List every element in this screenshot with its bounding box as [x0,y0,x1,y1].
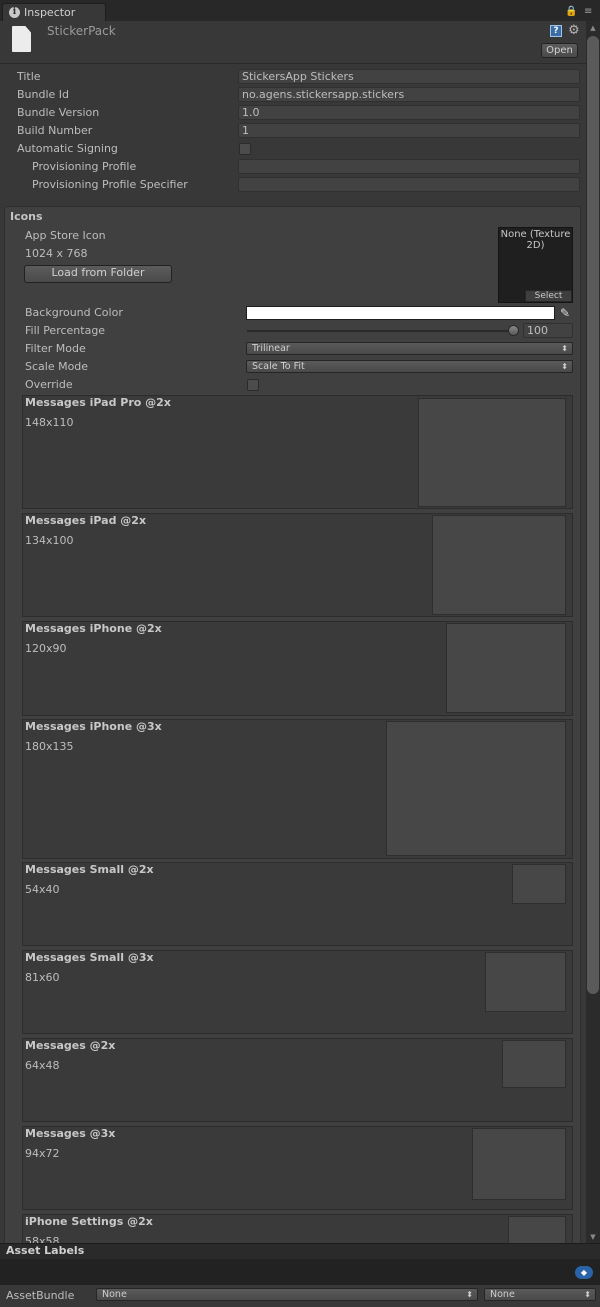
asset-labels-header[interactable] [0,1243,600,1259]
icon-image-slot[interactable] [502,1040,566,1088]
asset-bundle-dropdown[interactable]: None ⬍ [96,1288,478,1301]
fill-percentage-label: Fill Percentage [25,324,106,337]
automatic-signing-label: Automatic Signing [17,142,118,155]
open-button[interactable]: Open [541,43,578,58]
provisioning-profile-specifier-label: Provisioning Profile Specifier [32,178,188,191]
icon-box-size: 54x40 [25,883,60,896]
asset-name: StickerPack [47,24,116,38]
texture-value: None (Texture 2D) [500,229,571,251]
icon-box-size: 64x48 [25,1059,60,1072]
bundle-version-field[interactable]: 1.0 [238,105,580,120]
build-number-label: Build Number [17,124,93,137]
automatic-signing-checkbox[interactable] [239,143,251,155]
icon-box-title: Messages Small @2x [25,863,154,876]
background-color-field[interactable] [246,306,555,320]
asset-labels-title: Asset Labels [6,1244,85,1257]
chevron-updown-icon: ⬍ [561,344,568,353]
info-icon: i [9,6,20,18]
tab-inspector[interactable]: i Inspector [2,3,106,21]
asset-variant-value: None [490,1289,515,1300]
filter-mode-label: Filter Mode [25,342,86,355]
icon-box-title: Messages iPad @2x [25,514,147,527]
bundle-id-label: Bundle Id [17,88,70,101]
icon-box-title: Messages iPhone @3x [25,720,162,733]
provisioning-profile-specifier-field[interactable] [238,177,580,192]
tab-title: Inspector [24,6,76,19]
icon-box-title: Messages iPad Pro @2x [25,396,171,409]
eyedropper-icon[interactable]: ✎ [557,305,573,321]
tag-icon[interactable]: ◆ [575,1266,593,1279]
icon-box-size: 134x100 [25,534,74,547]
build-number-field[interactable]: 1 [238,123,580,138]
asset-variant-dropdown[interactable]: None ⬍ [484,1288,596,1301]
icon-box-title: Messages iPhone @2x [25,622,162,635]
app-store-icon-label: App Store Icon [25,229,106,242]
menu-icon[interactable]: ≡ [584,6,592,17]
icon-box-size: 120x90 [25,642,67,655]
lock-icon[interactable]: 🔒 [565,6,577,17]
fill-percentage-slider-thumb[interactable] [508,325,519,336]
provisioning-profile-field[interactable] [238,159,580,174]
filter-mode-dropdown[interactable]: Trilinear ⬍ [246,342,573,355]
icon-box-size: 148x110 [25,416,74,429]
scale-mode-dropdown[interactable]: Scale To Fit ⬍ [246,360,573,373]
provisioning-profile-label: Provisioning Profile [32,160,137,173]
background-color-label: Background Color [25,306,123,319]
header-divider [0,63,586,64]
asset-bundle-label: AssetBundle [6,1289,75,1302]
scale-mode-label: Scale Mode [25,360,89,373]
icon-box-title: Messages @3x [25,1127,116,1140]
fill-percentage-field[interactable]: 100 [523,323,573,338]
icon-box-title: iPhone Settings @2x [25,1215,153,1228]
icon-image-slot[interactable] [508,1216,566,1243]
icon-box-size: 81x60 [25,971,60,984]
scrollbar-thumb[interactable] [587,36,599,994]
asset-labels-area [0,1259,600,1285]
gear-icon[interactable]: ⚙ [568,23,580,38]
title-field[interactable]: StickersApp Stickers [238,69,580,84]
filter-mode-value: Trilinear [252,343,290,354]
scale-mode-value: Scale To Fit [252,361,305,372]
chevron-updown-icon: ⬍ [584,1290,591,1299]
app-store-icon-size: 1024 x 768 [25,247,88,260]
icon-box-size: 58x58 [25,1235,60,1243]
icon-image-slot[interactable] [485,952,566,1012]
scroll-up-icon[interactable]: ▲ [586,22,600,34]
icon-image-slot[interactable] [446,623,566,713]
scroll-down-icon[interactable]: ▼ [586,1231,600,1243]
icons-section-title: Icons [10,210,43,223]
icon-box-title: Messages @2x [25,1039,116,1052]
asset-file-icon [12,26,31,52]
fill-percentage-slider[interactable] [247,330,519,332]
asset-bundle-value: None [102,1289,127,1300]
icon-box-title: Messages Small @3x [25,951,154,964]
icon-box-size: 94x72 [25,1147,60,1160]
icon-box-size: 180x135 [25,740,74,753]
override-label: Override [25,378,73,391]
icon-image-slot[interactable] [512,864,566,904]
title-label: Title [17,70,41,83]
load-from-folder-button[interactable]: Load from Folder [24,265,172,283]
icon-image-slot[interactable] [418,398,566,507]
override-checkbox[interactable] [247,379,259,391]
chevron-updown-icon: ⬍ [561,362,568,371]
bundle-id-field[interactable]: no.agens.stickersapp.stickers [238,87,580,102]
bundle-version-label: Bundle Version [17,106,100,119]
icon-image-slot[interactable] [432,515,566,615]
chevron-updown-icon: ⬍ [466,1290,473,1299]
icon-image-slot[interactable] [386,721,566,856]
texture-select-button[interactable]: Select [525,290,572,302]
help-icon[interactable]: ? [550,25,562,37]
icon-image-slot[interactable] [472,1128,566,1200]
